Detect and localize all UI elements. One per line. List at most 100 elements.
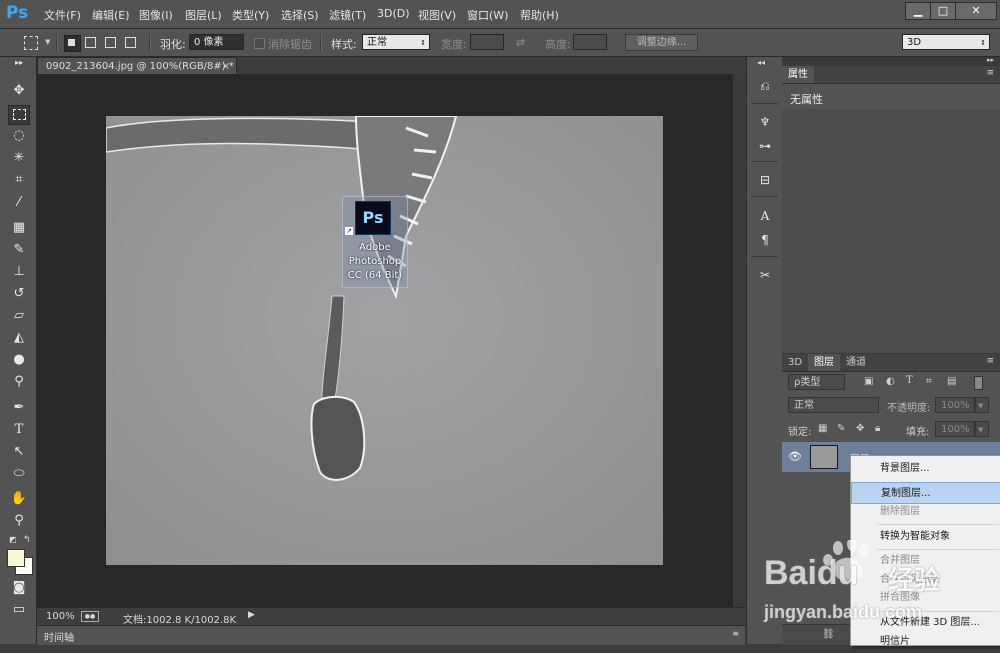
opacity-input[interactable]: 100% — [935, 397, 975, 413]
chevron-down-icon[interactable]: ▼ — [45, 38, 50, 46]
adjustments-panel-icon[interactable]: ⊶ — [756, 137, 774, 155]
menu-image[interactable]: 图像(I) — [139, 7, 173, 23]
hand-tool-icon[interactable]: ✋ — [9, 490, 29, 508]
filter-pixel-icon[interactable]: ▣ — [864, 376, 873, 387]
blur-tool-icon[interactable]: ● — [9, 351, 29, 369]
refine-edge-button[interactable]: 调整边缘... — [625, 34, 698, 51]
intersect-selection-icon[interactable] — [125, 37, 136, 48]
crop-tool-icon[interactable]: ⌗ — [9, 171, 29, 189]
menu-type[interactable]: 类型(Y) — [232, 7, 269, 23]
status-preview-icon[interactable]: ●● — [81, 611, 99, 622]
dodge-tool-icon[interactable]: ⚲ — [9, 373, 29, 391]
minimize-button[interactable]: ▁ — [905, 2, 931, 20]
filter-shape-icon[interactable]: ⌗ — [926, 376, 932, 387]
pen-tool-icon[interactable]: ✒ — [9, 399, 29, 417]
character-panel-icon[interactable]: A — [756, 207, 774, 225]
lock-position-icon[interactable]: ✥ — [856, 423, 864, 434]
lasso-tool-icon[interactable]: ◌ — [9, 127, 29, 145]
tool-presets-icon[interactable]: ✂ — [756, 266, 774, 284]
quick-mask-icon[interactable]: ◙ — [9, 579, 29, 597]
paint-bucket-tool-icon[interactable]: ◭ — [9, 329, 29, 347]
layer-comps-icon[interactable]: ⊟ — [756, 171, 774, 189]
filter-smart-object-icon[interactable]: ▤ — [947, 376, 956, 387]
image-canvas[interactable] — [105, 115, 663, 565]
collapse-icon[interactable]: ▸▸ — [9, 58, 29, 68]
path-selection-tool-icon[interactable]: ↖ — [9, 443, 29, 461]
style-select[interactable]: 正常 ⇕ — [362, 34, 430, 50]
eyedropper-tool-icon[interactable]: ⁄ — [9, 194, 29, 212]
lock-pixels-icon[interactable]: ✎ — [837, 423, 845, 434]
maximize-button[interactable]: □ — [930, 2, 956, 20]
swap-icon[interactable]: ⇄ — [516, 36, 525, 49]
move-tool-icon[interactable]: ✥ — [9, 82, 29, 100]
filter-adjustment-icon[interactable]: ◐ — [886, 376, 895, 387]
history-brush-tool-icon[interactable]: ↺ — [9, 285, 29, 303]
clone-stamp-tool-icon[interactable]: ⊥ — [9, 263, 29, 281]
chevron-down-icon[interactable]: ▼ — [975, 397, 989, 413]
menu-layer[interactable]: 图层(L) — [185, 7, 222, 23]
menu-filter[interactable]: 滤镜(T) — [329, 7, 366, 23]
tab-channels[interactable]: 通道 — [840, 354, 872, 371]
brush-tool-icon[interactable]: ✎ — [9, 241, 29, 259]
brush-panel-icon[interactable]: ♆ — [756, 113, 774, 131]
tab-3d[interactable]: 3D — [782, 354, 808, 371]
panel-menu-icon[interactable]: ≡ — [986, 68, 994, 78]
zoom-level[interactable]: 100% — [46, 611, 75, 622]
document-tab[interactable]: 0902_213604.jpg @ 100%(RGB/8#) * × — [37, 57, 237, 74]
height-input[interactable] — [573, 34, 607, 50]
menu-help[interactable]: 帮助(H) — [520, 7, 559, 23]
marquee-tool-icon[interactable] — [24, 36, 38, 50]
panel-menu-icon[interactable]: ≡ — [986, 356, 994, 366]
eraser-tool-icon[interactable]: ▱ — [9, 307, 29, 325]
filter-type-icon[interactable]: T — [906, 375, 913, 386]
panel-menu-icon[interactable]: ≡ — [732, 629, 739, 638]
screen-mode-icon[interactable]: ▭ — [9, 601, 29, 619]
divider — [149, 34, 151, 52]
filter-toggle[interactable] — [974, 376, 983, 390]
history-panel-icon[interactable]: ⎌ — [756, 77, 774, 95]
menu-item-delete-layer[interactable]: 删除图层 — [851, 501, 1000, 523]
type-tool-icon[interactable]: T — [9, 421, 29, 439]
menu-window[interactable]: 窗口(W) — [467, 7, 508, 23]
layer-filter-select[interactable]: ρ类型 — [788, 374, 845, 390]
antialias-checkbox[interactable] — [254, 38, 265, 49]
visibility-eye-icon[interactable]: 👁︎ — [788, 450, 802, 463]
menu-3d[interactable]: 3D(D) — [377, 7, 410, 20]
feather-input[interactable]: 0 像素 — [189, 34, 244, 50]
menu-file[interactable]: 文件(F) — [44, 7, 81, 23]
lock-transparent-icon[interactable]: ▦ — [818, 423, 827, 434]
paragraph-panel-icon[interactable]: ¶ — [756, 231, 774, 249]
timeline-label[interactable]: 时间轴 — [44, 629, 74, 644]
chevron-updown-icon: ⇕ — [420, 39, 426, 47]
foreground-color-swatch[interactable] — [7, 549, 25, 567]
blend-mode-select[interactable]: 正常 — [788, 397, 879, 413]
chevron-down-icon[interactable]: ▼ — [975, 421, 989, 437]
tab-close-icon[interactable]: × — [222, 58, 230, 75]
magic-wand-tool-icon[interactable]: ✳ — [9, 149, 29, 167]
workspace-select[interactable]: 3D ⇕ — [902, 34, 990, 50]
close-button[interactable]: ✕ — [955, 2, 997, 20]
ellipse-tool-icon[interactable]: ⬭ — [9, 465, 29, 483]
menu-edit[interactable]: 编辑(E) — [92, 7, 130, 23]
swap-colors-icon[interactable]: ↰ — [23, 535, 31, 545]
marquee-tool-icon[interactable] — [8, 105, 30, 125]
desktop-shortcut[interactable]: Ps ↗ Adobe Photoshop CC (64 Bit) — [342, 196, 408, 288]
healing-brush-tool-icon[interactable]: ▦ — [9, 219, 29, 237]
add-selection-icon[interactable] — [85, 37, 96, 48]
width-input[interactable] — [470, 34, 504, 50]
lock-all-icon[interactable]: 🔒︎ — [875, 423, 880, 434]
collapse-icon[interactable]: ◂◂ — [757, 58, 765, 67]
fill-input[interactable]: 100% — [935, 421, 975, 437]
status-menu-arrow-icon[interactable]: ▶ — [248, 610, 255, 620]
tab-properties[interactable]: 属性 — [782, 66, 814, 83]
menu-item-background-layer[interactable]: 背景图层... — [851, 458, 1000, 480]
tab-layers[interactable]: 图层 — [808, 354, 840, 371]
menu-select[interactable]: 选择(S) — [281, 7, 319, 23]
collapse-icon[interactable]: ▸▸ — [987, 56, 994, 64]
default-colors-icon[interactable]: ◩ — [9, 535, 17, 544]
vertical-scrollbar[interactable] — [733, 74, 745, 607]
menu-view[interactable]: 视图(V) — [418, 7, 456, 23]
new-selection-icon[interactable] — [64, 35, 81, 52]
zoom-tool-icon[interactable]: ⚲ — [9, 512, 29, 530]
subtract-selection-icon[interactable] — [105, 37, 116, 48]
